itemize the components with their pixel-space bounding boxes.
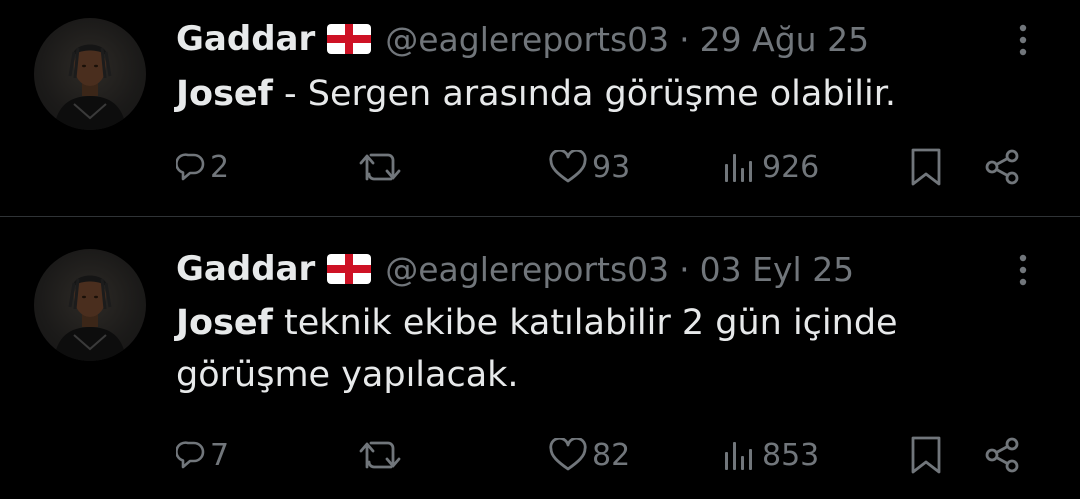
- like-button[interactable]: 82: [548, 433, 630, 477]
- author-name[interactable]: Gaddar: [176, 19, 315, 59]
- bookmark-button[interactable]: [908, 433, 944, 477]
- like-count: 93: [592, 149, 631, 185]
- tweet-header: Gaddar @eaglereports03 · 29 Ağu 25: [176, 17, 869, 61]
- bookmark-icon: [908, 147, 944, 187]
- avatar[interactable]: [34, 18, 146, 130]
- reply-icon: [176, 152, 206, 182]
- tweet[interactable]: Gaddar @eaglereports03 · 03 Eyl 25 Josef…: [0, 217, 1080, 499]
- like-heart-icon: [548, 438, 588, 472]
- author-name[interactable]: Gaddar: [176, 249, 315, 289]
- share-button[interactable]: [982, 433, 1022, 477]
- separator-dot: ·: [679, 19, 690, 59]
- england-flag-icon: [327, 24, 372, 54]
- tweet-actions: 2 93 926: [0, 145, 1080, 189]
- more-options-icon[interactable]: [1008, 250, 1038, 290]
- retweet-button[interactable]: [358, 145, 404, 189]
- like-count: 82: [592, 437, 631, 473]
- like-heart-icon: [548, 150, 588, 184]
- tweet-text-bold: Josef: [176, 303, 273, 343]
- separator-dot: ·: [679, 249, 690, 289]
- views-button[interactable]: 926: [722, 145, 819, 189]
- share-icon: [982, 147, 1022, 187]
- like-button[interactable]: 93: [548, 145, 630, 189]
- more-options-icon[interactable]: [1008, 20, 1038, 60]
- tweet-text-rest: teknik ekibe katılabilir 2 gün içinde gö…: [176, 303, 898, 395]
- tweet-text: Josef teknik ekibe katılabilir 2 gün içi…: [176, 297, 1036, 401]
- view-count: 853: [762, 437, 820, 473]
- england-flag-icon: [327, 254, 372, 284]
- tweet-text-rest: - Sergen arasında görüşme olabilir.: [272, 74, 897, 114]
- tweet-actions: 7 82 853: [0, 433, 1080, 477]
- tweet-text: Josef - Sergen arasında görüşme olabilir…: [176, 68, 1036, 120]
- views-chart-icon: [722, 150, 758, 184]
- share-button[interactable]: [982, 145, 1022, 189]
- share-icon: [982, 435, 1022, 475]
- reply-button[interactable]: 7: [176, 433, 229, 477]
- author-handle[interactable]: @eaglereports03: [385, 20, 669, 59]
- view-count: 926: [762, 149, 820, 185]
- reply-count: 2: [210, 149, 230, 185]
- retweet-icon: [358, 151, 404, 183]
- reply-icon: [176, 440, 206, 470]
- bookmark-button[interactable]: [908, 145, 944, 189]
- tweet-date[interactable]: 03 Eyl 25: [700, 250, 855, 289]
- author-handle[interactable]: @eaglereports03: [385, 250, 669, 289]
- reply-count: 7: [210, 437, 230, 473]
- tweet[interactable]: Gaddar @eaglereports03 · 29 Ağu 25 Josef…: [0, 0, 1080, 216]
- views-chart-icon: [722, 438, 758, 472]
- tweet-date[interactable]: 29 Ağu 25: [700, 20, 869, 59]
- tweet-header: Gaddar @eaglereports03 · 03 Eyl 25: [176, 247, 854, 291]
- views-button[interactable]: 853: [722, 433, 819, 477]
- tweet-text-bold: Josef: [176, 74, 273, 114]
- retweet-icon: [358, 439, 404, 471]
- avatar[interactable]: [34, 249, 146, 361]
- retweet-button[interactable]: [358, 433, 404, 477]
- bookmark-icon: [908, 435, 944, 475]
- reply-button[interactable]: 2: [176, 145, 229, 189]
